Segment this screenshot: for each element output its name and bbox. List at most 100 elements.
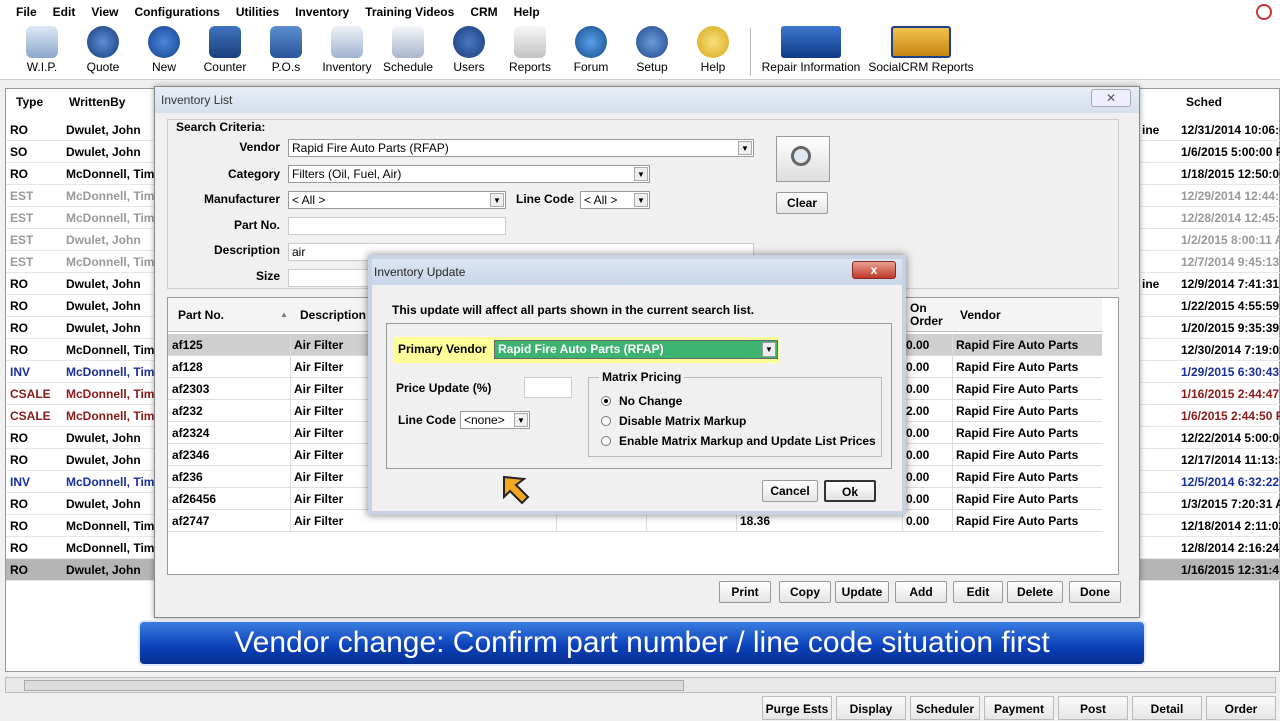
post-button[interactable]: Post — [1058, 696, 1128, 720]
column-header-vendor[interactable]: Vendor — [960, 308, 1001, 322]
menu-file[interactable]: File — [8, 5, 45, 19]
dialog-close-button[interactable]: x — [852, 261, 896, 279]
row-writtenby: Dwulet, John — [66, 233, 141, 247]
row-writtenby: McDonnell, Tim — [66, 189, 155, 203]
toolbar-reports-button[interactable]: Reports — [500, 26, 560, 74]
part-on-order-cell: 0.00 — [906, 382, 930, 396]
price-update-input[interactable] — [524, 377, 572, 398]
part-on-order-cell: 0.00 — [906, 514, 930, 528]
column-divider — [290, 356, 291, 378]
inventory-list-title: Inventory List — [155, 87, 1139, 113]
column-header-on-order[interactable]: On Order — [910, 302, 950, 328]
column-header-sched[interactable]: Sched — [1186, 89, 1222, 115]
scrollbar-thumb[interactable] — [24, 680, 684, 691]
toolbar-pos-button[interactable]: P.O.s — [256, 26, 316, 74]
row-type: CSALE — [10, 409, 51, 423]
part-on-order-cell: 0.00 — [906, 426, 930, 440]
menu-edit[interactable]: Edit — [45, 5, 84, 19]
cancel-button[interactable]: Cancel — [762, 480, 818, 502]
column-divider — [952, 488, 953, 510]
row-sched: 12/18/2014 2:11:02 P — [1181, 519, 1280, 533]
display-button[interactable]: Display — [836, 696, 906, 720]
column-divider — [952, 400, 953, 422]
menu-utilities[interactable]: Utilities — [228, 5, 287, 19]
clear-button[interactable]: Clear — [776, 192, 828, 214]
search-criteria-label: Search Criteria: — [176, 120, 266, 134]
row-type: INV — [10, 475, 31, 489]
dialog-line-code-select[interactable]: <none> ▼ — [460, 411, 530, 429]
manufacturer-select[interactable]: < All > ▼ — [288, 191, 506, 209]
line-code-select[interactable]: < All > ▼ — [580, 191, 650, 209]
purge-ests-button[interactable]: Purge Ests — [762, 696, 832, 720]
toolbar-label: Counter — [203, 60, 247, 74]
toolbar-users-button[interactable]: Users — [439, 26, 499, 74]
row-type: RO — [10, 497, 28, 511]
vendor-select[interactable]: Rapid Fire Auto Parts (RFAP) ▼ — [288, 139, 754, 157]
column-header-type[interactable]: Type — [16, 89, 43, 115]
mouse-cursor-icon — [503, 475, 530, 505]
toolbar-setup-button[interactable]: Setup — [622, 26, 682, 74]
column-header-writtenby[interactable]: WrittenBy — [69, 89, 125, 115]
menu-view[interactable]: View — [83, 5, 126, 19]
row-sched: 1/20/2015 9:35:39 A — [1181, 321, 1280, 335]
matrix-option-radio[interactable] — [601, 436, 611, 446]
menu-training-videos[interactable]: Training Videos — [357, 5, 462, 19]
toolbar-socialcrm-reports-button[interactable]: SocialCRM Reports — [868, 26, 974, 74]
row-sched: 1/6/2015 5:00:00 PM — [1181, 145, 1280, 159]
toolbar-label: Setup — [636, 60, 668, 74]
toolbar-repair-information-button[interactable]: Repair Information — [760, 26, 862, 74]
delete-button[interactable]: Delete — [1007, 581, 1063, 603]
toolbar-inventory-button[interactable]: Inventory — [317, 26, 377, 74]
scheduler-button[interactable]: Scheduler — [910, 696, 980, 720]
notification-icon[interactable] — [1256, 4, 1272, 20]
payment-button[interactable]: Payment — [984, 696, 1054, 720]
row-type: RO — [10, 123, 28, 137]
toolbar-label: Forum — [573, 60, 609, 74]
column-divider — [952, 334, 953, 356]
dialog-line-code-label: Line Code — [398, 413, 457, 427]
part-description-cell: Air Filter — [294, 492, 344, 506]
menu-configurations[interactable]: Configurations — [126, 5, 227, 19]
size-input[interactable] — [288, 269, 378, 287]
category-select[interactable]: Filters (Oil, Fuel, Air) ▼ — [288, 165, 650, 183]
order-button[interactable]: Order — [1206, 696, 1276, 720]
matrix-option-radio[interactable] — [601, 416, 611, 426]
menu-inventory[interactable]: Inventory — [287, 5, 357, 19]
primary-vendor-select[interactable]: Rapid Fire Auto Parts (RFAP) ▼ — [494, 340, 778, 359]
row-extra: ine — [1142, 123, 1160, 137]
toolbar-counter-button[interactable]: Counter — [195, 26, 255, 74]
horizontal-scrollbar[interactable] — [5, 677, 1276, 693]
column-divider — [952, 444, 953, 466]
copy-button[interactable]: Copy — [779, 581, 831, 603]
toolbar-new-button[interactable]: New — [134, 26, 194, 74]
column-header-description[interactable]: Description — [300, 308, 366, 322]
toolbar-forum-button[interactable]: Forum — [561, 26, 621, 74]
add-button[interactable]: Add — [895, 581, 947, 603]
edit-button[interactable]: Edit — [953, 581, 1003, 603]
purchase-order-icon — [270, 26, 302, 58]
part-description-cell: Air Filter — [294, 426, 344, 440]
menu-help[interactable]: Help — [506, 5, 548, 19]
print-button[interactable]: Print — [719, 581, 771, 603]
size-label: Size — [255, 269, 280, 283]
toolbar-wip-button[interactable]: W.I.P. — [12, 26, 72, 74]
inventory-list-close-button[interactable]: ✕ — [1091, 89, 1131, 107]
row-type: INV — [10, 365, 31, 379]
row-type: RO — [10, 167, 28, 181]
toolbar-quote-button[interactable]: Quote — [73, 26, 133, 74]
column-header-part-no[interactable]: Part No. — [178, 308, 224, 322]
matrix-option-label: Disable Matrix Markup — [619, 414, 747, 428]
done-button[interactable]: Done — [1069, 581, 1121, 603]
toolbar-help-button[interactable]: Help — [683, 26, 743, 74]
matrix-option-radio[interactable] — [601, 396, 611, 406]
search-button[interactable] — [776, 136, 830, 182]
detail-button[interactable]: Detail — [1132, 696, 1202, 720]
part-no-cell: af2747 — [172, 514, 210, 528]
toolbar-schedule-button[interactable]: Schedule — [378, 26, 438, 74]
part-no-input[interactable] — [288, 217, 506, 235]
part-vendor-cell: Rapid Fire Auto Parts — [956, 492, 1079, 506]
update-button[interactable]: Update — [835, 581, 889, 603]
menu-crm[interactable]: CRM — [462, 5, 505, 19]
row-writtenby: Dwulet, John — [66, 563, 141, 577]
ok-button[interactable]: Ok — [824, 480, 876, 502]
